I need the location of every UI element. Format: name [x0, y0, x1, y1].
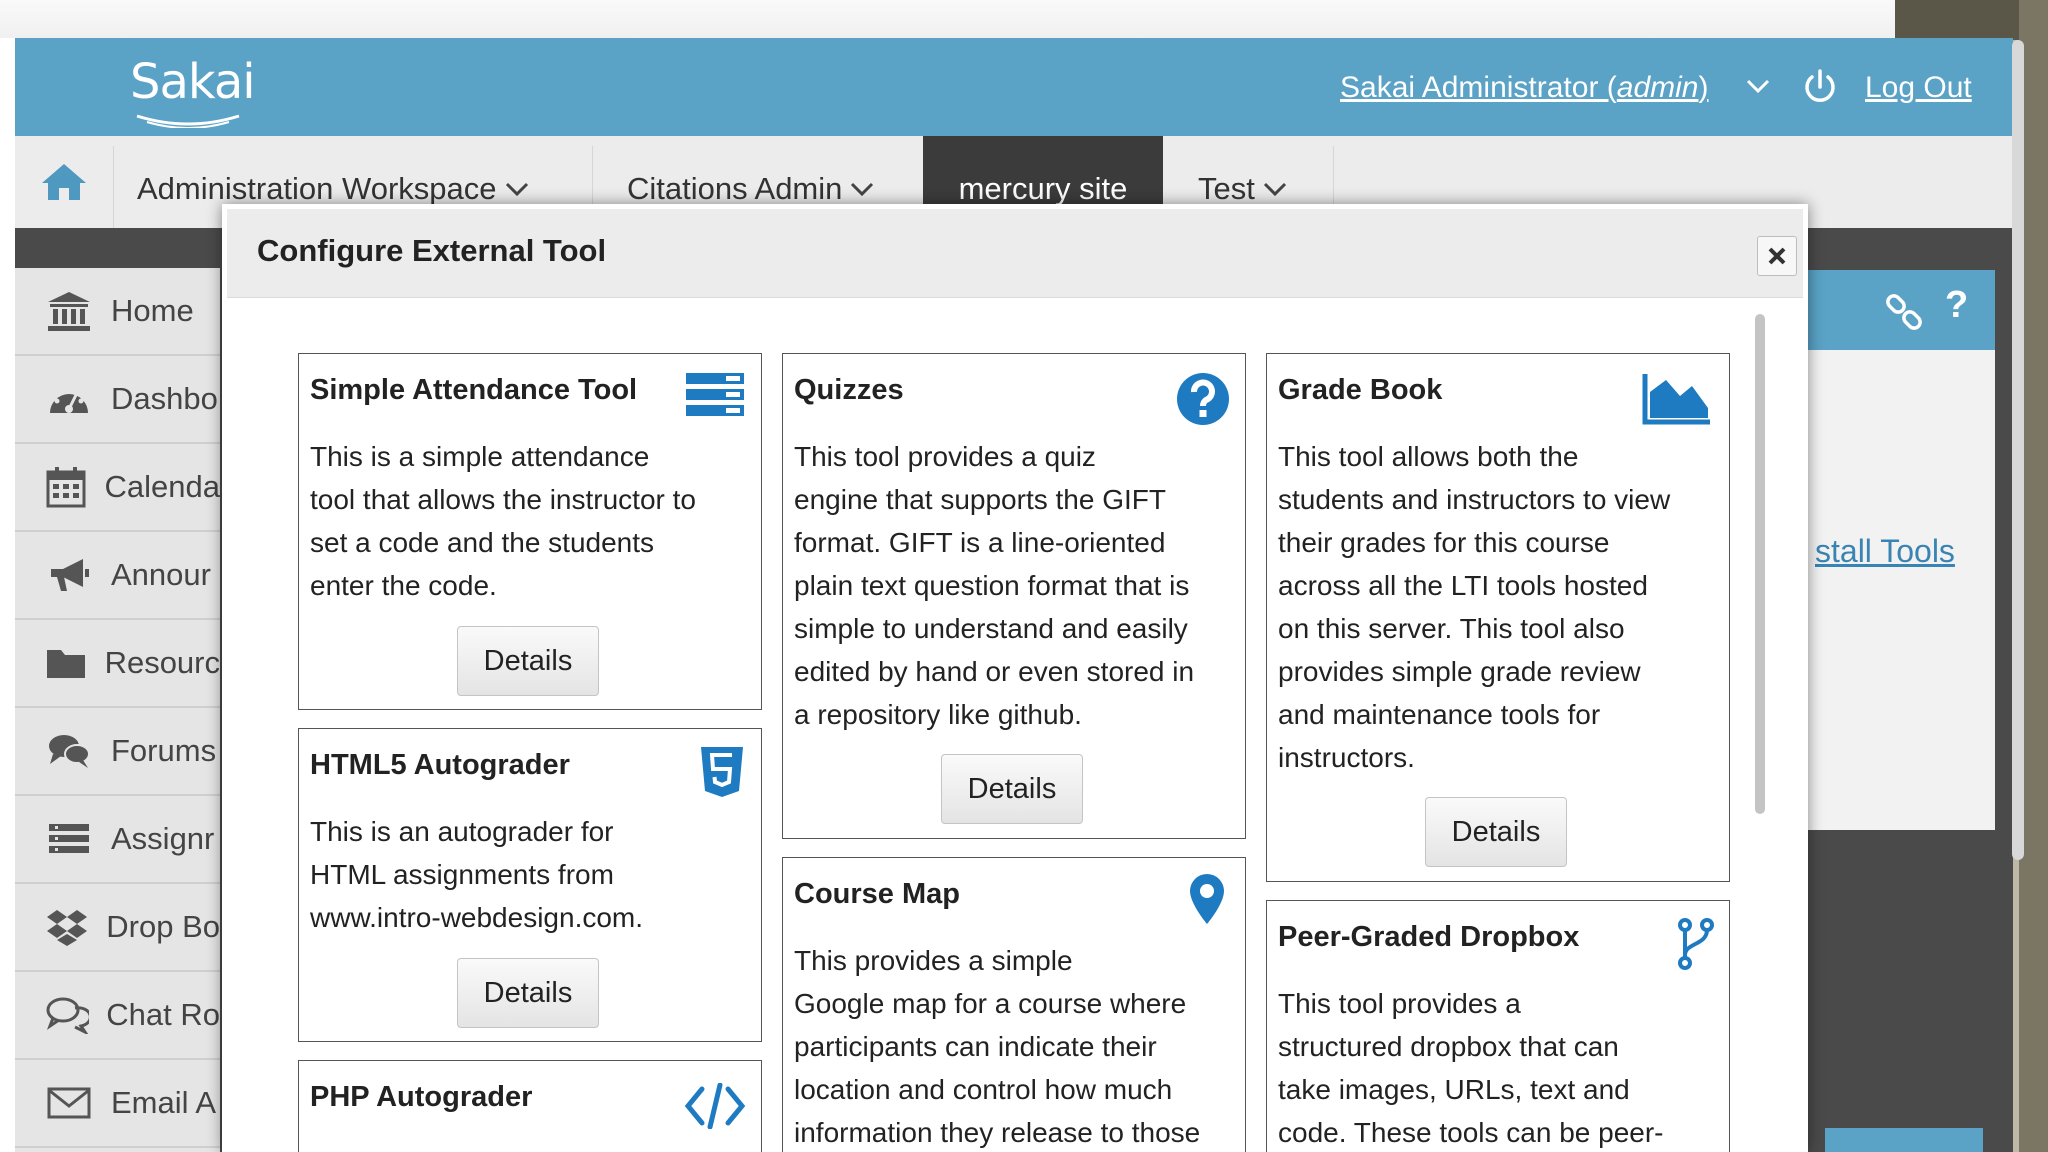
tool-card-title: HTML5 Autograder — [310, 749, 570, 781]
chevron-down-icon — [1263, 182, 1286, 197]
page-scrollbar[interactable] — [2012, 40, 2024, 860]
tool-card-title: Quizzes — [794, 374, 904, 406]
home-icon — [42, 164, 86, 200]
browser-top-strip — [0, 0, 1895, 38]
close-dialog-button[interactable] — [1757, 236, 1797, 276]
top-header: Sakai Sakai Administrator (admin) Log Ou… — [15, 38, 2013, 136]
tool-item-announcements[interactable]: Annour — [15, 532, 220, 620]
question-circle-icon — [1177, 373, 1229, 425]
folder-icon — [46, 650, 85, 678]
tool-card-title: Grade Book — [1278, 374, 1443, 406]
tool-card-course-map: Course Map This provides a simple Google… — [782, 857, 1246, 1152]
power-icon[interactable] — [1802, 68, 1838, 106]
tool-card-grade-book: Grade Book This tool allows both the stu… — [1266, 353, 1730, 882]
background-button-edge — [1825, 1128, 1983, 1152]
user-role: admin — [1616, 71, 1699, 104]
tool-card-title: PHP Autograder — [310, 1081, 533, 1113]
details-button[interactable]: Details — [457, 958, 599, 1028]
tool-item-drop-box[interactable]: Drop Bo — [15, 884, 220, 972]
tool-item-dashboard[interactable]: Dashbo — [15, 356, 220, 444]
calendar-icon — [46, 467, 86, 508]
tool-card-title: Course Map — [794, 878, 960, 910]
html5-icon — [701, 747, 743, 797]
tool-card-quizzes: Quizzes This tool provides a quiz engine… — [782, 353, 1246, 839]
institution-icon — [48, 292, 90, 331]
link-icon[interactable] — [1883, 290, 1927, 334]
tool-card-html5-autograder: HTML5 Autograder This is an autograder f… — [298, 728, 762, 1042]
tool-card-description: This tool provides a quiz engine that su… — [794, 441, 1195, 730]
tool-item-assignments[interactable]: Assignr — [15, 796, 220, 884]
tool-card-peer-graded-dropbox: Peer-Graded Dropbox This tool provides a… — [1266, 900, 1730, 1152]
tool-item-email-archive[interactable]: Email A — [15, 1060, 220, 1148]
tool-item-chat-room[interactable]: Chat Ro — [15, 972, 220, 1060]
tool-card-title: Simple Attendance Tool — [310, 374, 638, 406]
map-marker-icon — [1190, 874, 1224, 924]
install-tools-link[interactable]: stall Tools — [1815, 533, 1955, 570]
help-icon[interactable]: ? — [1945, 284, 1968, 327]
tool-card-description: This is a simple attendance tool that al… — [310, 441, 696, 601]
comments-icon — [49, 735, 90, 768]
tool-item-resources[interactable]: Resourc — [15, 620, 220, 708]
dashboard-icon — [50, 389, 88, 413]
tool-card-simple-attendance: Simple Attendance Tool This is a simple … — [298, 353, 762, 710]
tool-card-description: This tool allows both the students and i… — [1278, 441, 1671, 773]
code-fork-icon — [1678, 918, 1714, 970]
tool-card-description: This provides a simple Google map for a … — [794, 945, 1201, 1148]
dialog-header: Configure External Tool — [227, 209, 1803, 298]
tool-card-php-autograder: PHP Autograder — [298, 1060, 762, 1152]
user-menu-link[interactable]: Sakai Administrator (admin) — [1340, 71, 1709, 105]
envelope-icon — [47, 1087, 91, 1119]
chevron-down-icon — [851, 182, 874, 197]
code-icon — [684, 1083, 746, 1129]
list-icon — [49, 824, 89, 853]
sakai-logo[interactable]: Sakai — [130, 54, 256, 110]
close-icon — [1768, 247, 1786, 265]
details-button[interactable]: Details — [941, 754, 1083, 824]
tool-card-description: This tool provides a structured dropbox … — [1278, 988, 1664, 1148]
tool-card-title: Peer-Graded Dropbox — [1278, 921, 1580, 953]
chat-icon — [46, 997, 89, 1034]
dropbox-icon — [46, 910, 87, 946]
tool-item-forums[interactable]: Forums — [15, 708, 220, 796]
megaphone-icon — [51, 559, 89, 591]
area-chart-icon — [1642, 374, 1710, 425]
list-icon — [686, 373, 744, 416]
user-name: Sakai Administrator ( — [1340, 71, 1617, 104]
tool-item-calendar[interactable]: Calenda — [15, 444, 220, 532]
dialog-scrollbar[interactable] — [1755, 314, 1765, 814]
configure-external-tool-dialog: Configure External Tool Simple Attendanc… — [222, 204, 1808, 1152]
dialog-title: Configure External Tool — [257, 233, 607, 268]
tool-card-description: This is an autograder for HTML assignmen… — [310, 816, 644, 933]
chevron-down-icon[interactable] — [1745, 76, 1771, 96]
tool-menu: Home Dashbo Calenda Annour Resourc Forum… — [15, 268, 220, 1152]
chevron-down-icon — [505, 182, 528, 197]
details-button[interactable]: Details — [1425, 797, 1567, 867]
details-button[interactable]: Details — [457, 626, 599, 696]
logo-swoosh-icon — [136, 114, 240, 128]
tool-item-home[interactable]: Home — [15, 268, 220, 356]
home-button[interactable] — [15, 136, 113, 228]
logout-link[interactable]: Log Out — [1865, 71, 1972, 105]
